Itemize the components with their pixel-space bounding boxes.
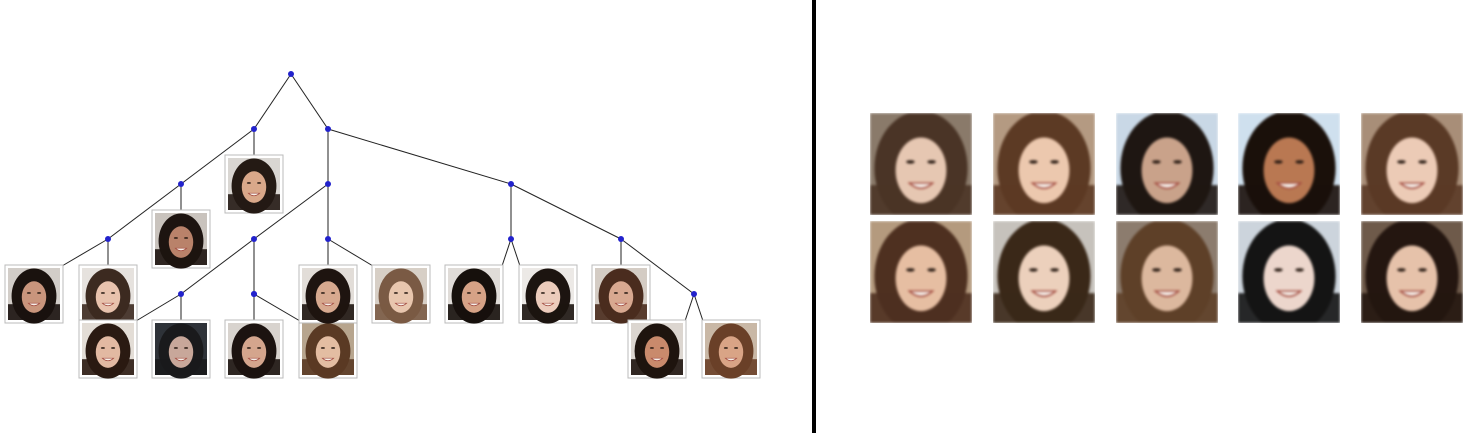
tree-node (325, 181, 331, 187)
face-thumbnail (298, 319, 358, 379)
tree-node (508, 181, 514, 187)
tree-edge (61, 238, 109, 267)
tree-node (178, 181, 184, 187)
face-thumbnail (298, 264, 358, 324)
generated-face-sample (1238, 221, 1340, 323)
tree-node (288, 71, 294, 77)
face-thumbnail (78, 264, 138, 324)
face-thumbnail (224, 154, 284, 214)
tree-edge (327, 128, 512, 185)
face-thumbnail (444, 264, 504, 324)
generated-face-sample (870, 221, 972, 323)
tree-edge (327, 238, 374, 267)
tree-node (508, 236, 514, 242)
generated-face-sample (870, 113, 972, 215)
tree-edge (510, 183, 622, 240)
tree-edge (684, 293, 695, 322)
samples-grid (816, 0, 1465, 433)
generated-face-sample (993, 221, 1095, 323)
face-thumbnail (591, 264, 651, 324)
tree-edge (501, 238, 512, 267)
hierarchy-tree (4, 71, 761, 379)
face-thumbnail (224, 319, 284, 379)
face-thumbnail (151, 209, 211, 269)
tree-node (251, 291, 257, 297)
generated-face-sample (1116, 221, 1218, 323)
generated-face-sample (1361, 221, 1463, 323)
face-thumbnail (371, 264, 431, 324)
tree-node (691, 291, 697, 297)
face-thumbnail (701, 319, 761, 379)
tree-edge (510, 238, 521, 267)
tree-edge (253, 293, 301, 322)
generated-face-sample (1361, 113, 1463, 215)
face-thumbnail (4, 264, 64, 324)
tree-node (251, 236, 257, 242)
face-thumbnail (78, 319, 138, 379)
tree-panel (0, 0, 812, 433)
tree-edge (290, 73, 329, 130)
tree-edge (693, 293, 704, 322)
generated-face-sample (1116, 113, 1218, 215)
tree-node (105, 236, 111, 242)
generated-face-sample (1238, 113, 1340, 215)
tree-edge (253, 73, 292, 130)
tree-node (178, 291, 184, 297)
tree-node (618, 236, 624, 242)
face-thumbnail (518, 264, 578, 324)
face-thumbnail (151, 319, 211, 379)
tree-node (325, 126, 331, 132)
tree-node (325, 236, 331, 242)
generated-face-sample (993, 113, 1095, 215)
face-thumbnail (627, 319, 687, 379)
tree-node (251, 126, 257, 132)
tree-edge (135, 293, 182, 322)
